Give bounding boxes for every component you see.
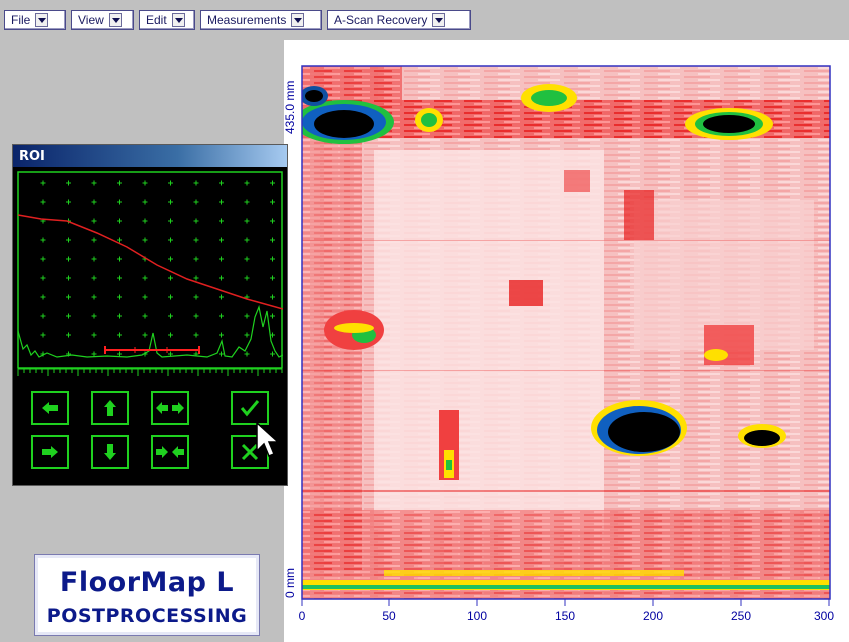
y-axis-bottom-label: 0 mm: [284, 568, 297, 598]
chevron-down-icon: [291, 13, 305, 27]
menu-ascan-recovery-label: A-Scan Recovery: [334, 13, 428, 27]
chevron-down-icon: [35, 13, 49, 27]
menu-ascan-recovery[interactable]: A-Scan Recovery: [327, 10, 471, 30]
arrow-up-icon: [104, 400, 116, 416]
chevron-down-icon: [432, 13, 446, 27]
arrow-right-icon: [42, 446, 58, 458]
roi-window-title[interactable]: ROI: [13, 145, 287, 167]
menu-measurements-label: Measurements: [207, 13, 287, 27]
move-up-button[interactable]: [91, 391, 129, 425]
arrow-left-icon: [42, 402, 58, 414]
x-tick-label: 200: [643, 609, 663, 623]
ascan-plot[interactable]: [17, 171, 283, 379]
cscan-map[interactable]: 435.0 mm 0 mm 0 50 100 150 200 250 300: [284, 40, 849, 642]
arrow-down-icon: [104, 444, 116, 460]
x-tick-label: 300: [814, 609, 834, 623]
x-tick-label: 0: [299, 609, 306, 623]
menu-bar: File View Edit Measurements A-Scan Recov…: [0, 0, 849, 34]
x-tick-label: 250: [731, 609, 751, 623]
move-right-button[interactable]: [31, 435, 69, 469]
menu-edit[interactable]: Edit: [139, 10, 195, 30]
logo-title: FloorMap L: [59, 567, 235, 598]
menu-file-label: File: [11, 13, 31, 27]
x-tick-label: 150: [555, 609, 575, 623]
menu-view[interactable]: View: [71, 10, 134, 30]
roi-window: ROI: [12, 144, 288, 486]
cscan-image: [302, 66, 830, 599]
x-tick-label: 50: [382, 609, 396, 623]
move-left-button[interactable]: [31, 391, 69, 425]
x-axis: 0 50 100 150 200 250 300: [299, 599, 834, 623]
shrink-button[interactable]: [151, 435, 189, 469]
logo-subtitle: POSTPROCESSING: [46, 605, 248, 627]
confirm-button[interactable]: [231, 391, 269, 425]
chevron-down-icon: [108, 13, 122, 27]
expand-horizontal-icon: [156, 402, 184, 414]
shrink-horizontal-icon: [156, 446, 184, 458]
x-tick-label: 100: [467, 609, 487, 623]
menu-edit-label: Edit: [146, 13, 167, 27]
menu-file[interactable]: File: [4, 10, 66, 30]
chevron-down-icon: [171, 13, 185, 27]
expand-button[interactable]: [151, 391, 189, 425]
product-logo: FloorMap L POSTPROCESSING: [34, 554, 260, 636]
menu-measurements[interactable]: Measurements: [200, 10, 322, 30]
menu-view-label: View: [78, 13, 104, 27]
move-down-button[interactable]: [91, 435, 129, 469]
mouse-cursor-icon: [256, 421, 280, 457]
y-axis-top-label: 435.0 mm: [284, 81, 297, 134]
checkmark-icon: [240, 400, 260, 417]
